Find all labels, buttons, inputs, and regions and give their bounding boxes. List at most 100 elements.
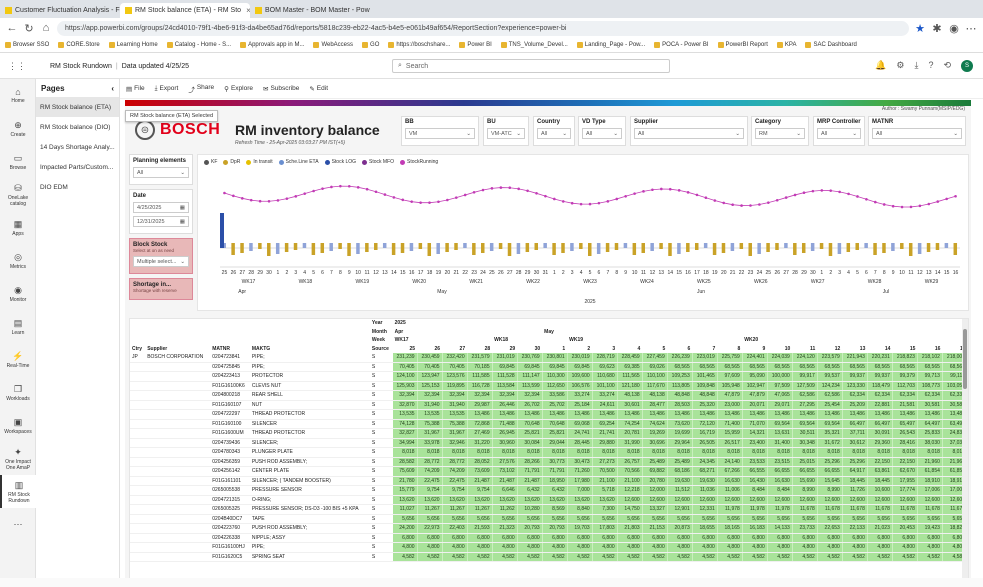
slicer-dropdown[interactable]: All ⌄ <box>872 128 962 139</box>
table-row[interactable]: F01G161101 SILENCER; ( TANDEM BOOSTER) S 21… <box>130 476 968 486</box>
download-icon[interactable]: ⤓ <box>914 60 918 72</box>
stock-chart[interactable]: KF DpR In transit Sche.Line ETA Stock LOG Sto… <box>197 154 969 311</box>
column-header[interactable]: MAKTG <box>250 345 370 354</box>
table-row[interactable]: 0204739436 SILENCER; S 34,994 33,978 32,946 31… <box>130 438 968 448</box>
bookmark-item[interactable]: PowerBI Report <box>717 42 768 48</box>
date-to-input[interactable]: 12/31/2025 ▦ <box>133 216 189 227</box>
planning-dropdown[interactable]: All ⌄ <box>133 167 189 178</box>
table-row[interactable]: 0204722297 THREAD PROTECTOR S 13,535 13,535 1… <box>130 409 968 420</box>
bookmark-item[interactable]: Landing_Page - Pow... <box>576 42 645 48</box>
rail-item[interactable]: ▭ Browse <box>0 145 36 178</box>
table-row[interactable]: 0204725845 PIPE; S 70,405 70,405 70,405 70,185… <box>130 362 968 372</box>
bookmark-item[interactable]: SAC Dashboard <box>805 42 857 48</box>
edit-button[interactable]: ✎ Edit <box>309 85 328 93</box>
rail-item[interactable]: ▣ Workspaces <box>0 409 36 442</box>
bookmark-item[interactable]: Catalog - Home - S... <box>166 42 231 48</box>
table-row[interactable]: 0204223413 PROTECTOR S 124,100 123,947 123,57… <box>130 371 968 382</box>
bookmark-item[interactable]: TNS_Volume_Devel... <box>500 42 568 48</box>
profile-icon[interactable]: ◉ <box>948 22 960 35</box>
rail-item[interactable]: ◉ Monitor <box>0 277 36 310</box>
slicer-dropdown[interactable]: All ⌄ <box>582 128 622 139</box>
file-button[interactable]: ▤ File <box>126 85 145 93</box>
settings-icon[interactable]: ⚙ <box>896 60 904 72</box>
share-button[interactable]: ⤴ Share <box>188 84 214 94</box>
table-row[interactable]: 0265005538 PRESSURE SENSOR S 15,779 9,754 9,7… <box>130 485 968 496</box>
bookmark-item[interactable]: https://boschshare... <box>388 42 450 48</box>
slicer-matnr[interactable]: MATNR All ⌄ <box>868 116 966 146</box>
page-item[interactable]: RM Stock balance (DIO) <box>36 117 119 137</box>
rail-item[interactable]: ❒ Workloads <box>0 376 36 409</box>
rail-item[interactable]: ▥ RM Stock Rundown <box>0 475 36 508</box>
home-icon[interactable]: ⌂ <box>40 22 52 34</box>
slicer-dropdown[interactable]: All ⌄ <box>634 128 744 139</box>
data-updated[interactable]: Data updated 4/25/25 <box>122 63 189 70</box>
bookmark-item[interactable]: Approvals app in M... <box>240 42 304 48</box>
rail-item[interactable]: ▤ Learn <box>0 310 36 343</box>
help-icon[interactable]: ? <box>928 60 933 72</box>
browser-tab[interactable]: RM Stock balance (ETA) - RM Sto × <box>120 3 250 18</box>
column-header[interactable]: Supplier <box>145 345 210 354</box>
bookmark-item[interactable]: GO <box>362 42 379 48</box>
refresh-icon[interactable]: ↻ <box>23 22 35 35</box>
table-row[interactable]: 0265005325 PRESSURE SENSOR; DS-D3 -100 BI… <box>130 504 968 515</box>
table-row[interactable]: F01G1620C5 SPRING SEAT S 4,582 4,582 4,582 4,5… <box>130 552 968 562</box>
rail-item[interactable]: ▦ Apps <box>0 211 36 244</box>
table-row[interactable]: 0204223760 PUSH ROD ASSEMBLY; S 24,200 22,97… <box>130 523 968 534</box>
bookmark-item[interactable]: Learning Home <box>108 42 158 48</box>
slicer-country[interactable]: Country All ⌄ <box>533 116 575 146</box>
rail-item[interactable]: ⋯ <box>0 508 36 541</box>
app-launcher-icon[interactable]: ⋮⋮ <box>8 61 26 72</box>
table-row[interactable]: F01G160100 SILENCER S 74,128 75,388 75,388 72,… <box>130 419 968 429</box>
bookmark-item[interactable]: Power BI <box>459 42 492 48</box>
slicer-dropdown[interactable]: VM-ATC ⌄ <box>487 128 525 139</box>
table-row[interactable]: 0204800218 REAR SHELL S 32,394 32,394 32,394 3… <box>130 390 968 401</box>
page-item[interactable]: 14 Days Shortage Analy... <box>36 137 119 157</box>
scrollbar-thumb[interactable] <box>963 329 967 389</box>
page-item[interactable]: DIO EDM <box>36 177 119 197</box>
subscribe-button[interactable]: ✉ Subscribe <box>263 85 299 93</box>
menu-icon[interactable]: ⋯ <box>965 22 977 35</box>
bookmark-item[interactable]: Browser SSO <box>5 42 49 48</box>
table-row[interactable]: F01G1600UM THREAD PROTECTOR S 32,827 31,967 3… <box>130 428 968 439</box>
column-header[interactable]: Source <box>370 345 393 354</box>
table-row[interactable]: 0204256142 CENTER PLATE S 75,609 74,209 74,20… <box>130 466 968 477</box>
slicer-dropdown[interactable]: VM ⌄ <box>405 128 475 139</box>
table-row[interactable]: 0204256359 PUSH ROD ASSEMBLY; S 28,582 28,77… <box>130 457 968 467</box>
slicer-category[interactable]: Category RM ⌄ <box>751 116 809 146</box>
bookmark-item[interactable]: CORE.Store <box>58 42 100 48</box>
avatar[interactable]: S <box>961 60 973 72</box>
page-item[interactable]: RM Stock balance (ETA) <box>36 97 119 117</box>
slicer-dropdown[interactable]: RM ⌄ <box>755 128 805 139</box>
date-from-input[interactable]: 4/25/2025 ▦ <box>133 202 189 213</box>
rail-item[interactable]: ✦ One Impact One AmaP <box>0 442 36 475</box>
bookmark-item[interactable]: KPA <box>776 42 796 48</box>
notifications-icon[interactable]: 🔔 <box>875 60 886 72</box>
table-row[interactable]: 0204B40DC7 TAPE S 5,656 5,656 5,656 5,656 5,656… <box>130 514 968 524</box>
browser-tab[interactable]: BOM Master - BOM Master - Pow× <box>250 3 370 18</box>
share-icon[interactable]: ⟲ <box>943 60 951 72</box>
table-row[interactable]: 0204226338 NIPPLE; ASSY S 6,800 6,800 6,800 6,… <box>130 533 968 543</box>
block-stock-dropdown[interactable]: Multiple select... ⌄ <box>133 256 189 267</box>
export-button[interactable]: ⤓ Export <box>155 85 179 93</box>
slicer-supplier[interactable]: Supplier All ⌄ <box>630 116 748 146</box>
slicer-vd-type[interactable]: VD Type All ⌄ <box>578 116 626 146</box>
back-icon[interactable]: ← <box>6 22 18 34</box>
table-row[interactable]: 0204721315 O-RING; S 13,620 13,620 13,620 13,6… <box>130 495 968 505</box>
table-row[interactable]: 0204780343 PLUNGER PLATE S 8,018 8,018 8,018 8… <box>130 447 968 458</box>
slicer-mrp-controller[interactable]: MRP Controller All ⌄ <box>813 116 865 146</box>
star-icon[interactable]: ★ <box>914 22 926 35</box>
rail-item[interactable]: ⚡ Real-Time <box>0 343 36 376</box>
table-row[interactable]: F01G16100K6 CLEVIS NUT S 125,903 125,153 119,… <box>130 381 968 391</box>
collapse-icon[interactable]: ‹ <box>111 84 114 93</box>
url-field[interactable]: https://app.powerbi.com/groups/24cd4010-… <box>57 20 909 36</box>
table-row[interactable]: JP BOSCH CORPORATION 0204723841 PIPE; S 231,2… <box>130 353 968 363</box>
rail-item[interactable]: ⊕ Create <box>0 112 36 145</box>
stock-matrix[interactable]: Year 2025 Month Apr May Week WK17 WK18 WK19 WK20 C… <box>129 318 969 587</box>
rail-item[interactable]: ⌂ Home <box>0 79 36 112</box>
slicer-dropdown[interactable]: All ⌄ <box>537 128 571 139</box>
bookmark-item[interactable]: WebAccess <box>313 42 353 48</box>
slicer-dropdown[interactable]: All ⌄ <box>817 128 861 139</box>
search-box[interactable]: ⌕ Search <box>392 59 670 73</box>
scrollbar[interactable] <box>962 319 968 586</box>
extensions-icon[interactable]: ✱ <box>931 22 943 35</box>
